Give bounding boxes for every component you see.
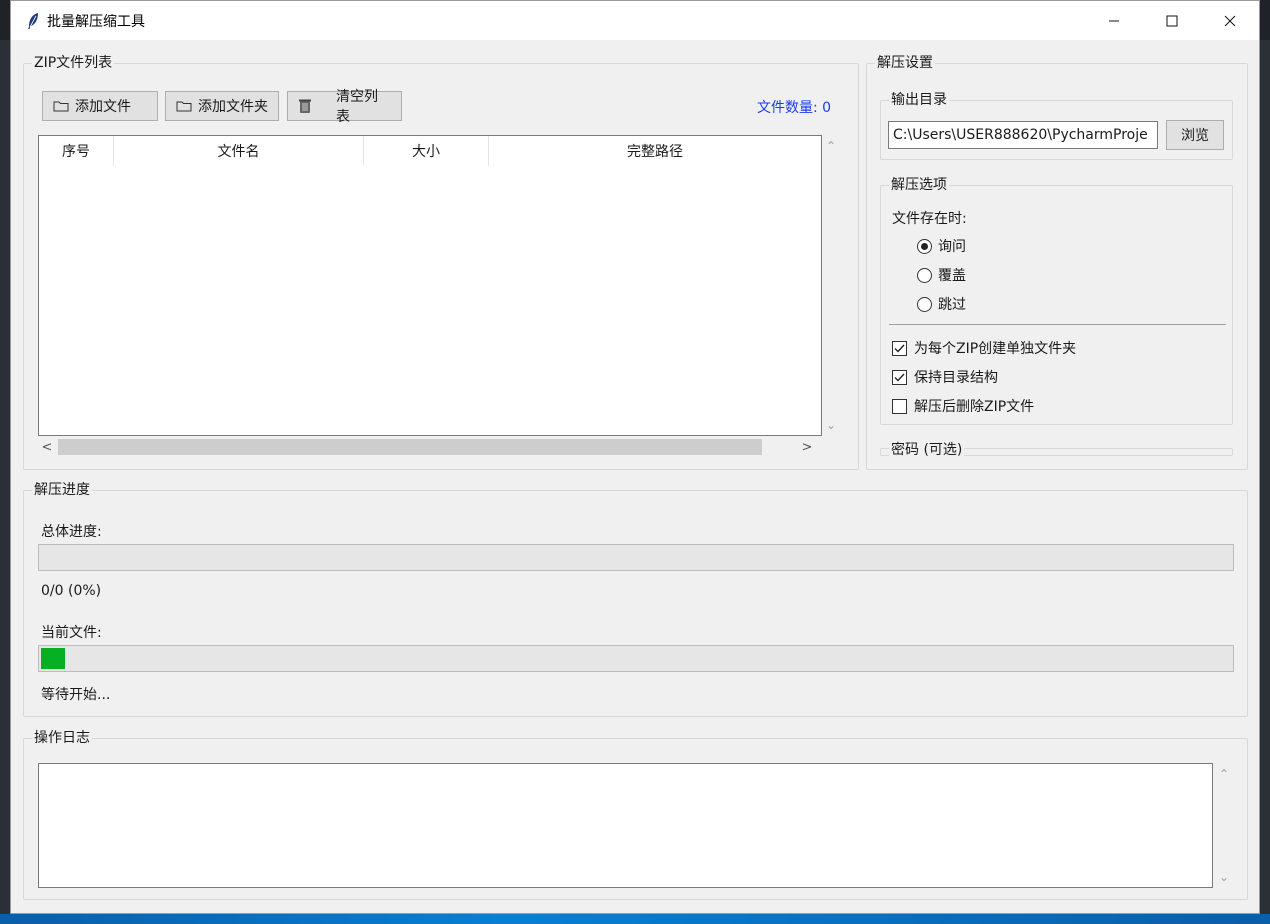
radio-ask[interactable]: 询问	[917, 236, 966, 256]
radio-overwrite[interactable]: 覆盖	[917, 265, 966, 285]
column-header[interactable]: 序号	[39, 136, 114, 166]
checkbox-label: 解压后删除ZIP文件	[914, 399, 1035, 415]
add-folder-button[interactable]: 添加文件夹	[165, 91, 279, 121]
zip-list-group: ZIP文件列表 添加文件 添加文件夹 清空列表 文件数量: 0 序号 文件名 大…	[23, 54, 859, 470]
trash-icon	[298, 98, 312, 114]
checkbox[interactable]	[892, 340, 907, 356]
progress-label: 解压进度	[32, 481, 92, 499]
zip-file-table[interactable]: 序号 文件名 大小 完整路径	[38, 135, 822, 436]
progress-group: 解压进度 总体进度: 0/0 (0%) 当前文件: 等待开始...	[23, 481, 1248, 717]
log-textbox[interactable]	[38, 763, 1213, 888]
browse-button[interactable]: 浏览	[1166, 120, 1224, 150]
settings-group: 解压设置 输出目录 C:\Users\USER888620\PycharmPro…	[866, 54, 1248, 470]
scroll-right-icon[interactable]: >	[798, 437, 816, 457]
password-group: 密码 (可选)	[880, 441, 1233, 459]
table-horizontal-scrollbar[interactable]: < >	[38, 437, 822, 457]
column-header[interactable]: 完整路径	[489, 136, 821, 166]
radio-button[interactable]	[917, 267, 932, 283]
add-folder-label: 添加文件夹	[198, 99, 268, 115]
close-button[interactable]	[1201, 1, 1259, 40]
minimize-icon	[1109, 20, 1119, 21]
file-count-label: 文件数量: 0	[757, 100, 832, 116]
app-window: 批量解压缩工具 ZIP文件列表 添加文件 添加文件夹 清空列表 文件数量: 0 …	[10, 0, 1260, 914]
options-label: 解压选项	[889, 176, 949, 194]
scroll-down-icon[interactable]: ⌄	[826, 418, 836, 432]
password-label: 密码 (可选)	[889, 441, 965, 459]
overall-progress-label: 总体进度:	[41, 524, 102, 540]
minimize-button[interactable]	[1085, 1, 1143, 40]
current-file-progress-bar	[38, 645, 1234, 672]
scroll-up-icon[interactable]: ⌃	[1219, 767, 1229, 781]
folder-icon	[53, 100, 69, 112]
status-text: 等待开始...	[41, 687, 111, 703]
settings-label: 解压设置	[875, 54, 935, 72]
folder-icon	[176, 100, 192, 112]
output-dir-label: 输出目录	[889, 91, 949, 109]
window-title: 批量解压缩工具	[47, 13, 145, 30]
title-bar: 批量解压缩工具	[11, 1, 1259, 40]
checkbox-label: 为每个ZIP创建单独文件夹	[914, 341, 1077, 357]
add-file-label: 添加文件	[75, 99, 131, 115]
close-icon	[1224, 15, 1236, 26]
clear-list-button[interactable]: 清空列表	[287, 89, 402, 125]
checkbox-delete-zip[interactable]: 解压后删除ZIP文件	[892, 396, 1034, 416]
current-file-progress-fill	[41, 648, 65, 669]
zip-list-label: ZIP文件列表	[32, 54, 115, 72]
output-dir-field[interactable]: C:\Users\USER888620\PycharmProje	[888, 121, 1158, 149]
maximize-icon	[1166, 15, 1178, 26]
radio-skip[interactable]: 跳过	[917, 294, 966, 314]
checkbox[interactable]	[892, 369, 907, 385]
log-group: 操作日志 ⌃ ⌄	[23, 729, 1248, 900]
radio-label: 覆盖	[938, 268, 966, 284]
scroll-up-icon[interactable]: ⌃	[826, 139, 836, 153]
overall-progress-bar	[38, 544, 1234, 571]
column-header[interactable]: 大小	[364, 136, 489, 166]
radio-button[interactable]	[917, 238, 932, 254]
options-group: 解压选项 文件存在时: 询问 覆盖 跳过 为每个ZIP创建单独文件夹 保持目录结…	[880, 176, 1233, 425]
scroll-down-icon[interactable]: ⌄	[1219, 870, 1229, 884]
radio-button[interactable]	[917, 296, 932, 312]
checkbox[interactable]	[892, 398, 907, 414]
scrollbar-thumb[interactable]	[58, 439, 762, 455]
radio-label: 询问	[938, 239, 966, 255]
overall-progress-text: 0/0 (0%)	[41, 583, 102, 599]
browse-label: 浏览	[1181, 128, 1209, 144]
log-vertical-scrollbar[interactable]: ⌃ ⌄	[1213, 763, 1235, 888]
scroll-left-icon[interactable]: <	[38, 437, 56, 457]
checkbox-label: 保持目录结构	[914, 370, 998, 386]
table-header: 序号 文件名 大小 完整路径	[39, 136, 821, 166]
checkbox-keep-structure[interactable]: 保持目录结构	[892, 367, 998, 387]
column-header[interactable]: 文件名	[114, 136, 364, 166]
current-file-label: 当前文件:	[41, 625, 102, 641]
log-label: 操作日志	[32, 729, 92, 747]
maximize-button[interactable]	[1143, 1, 1201, 40]
output-dir-group: 输出目录 C:\Users\USER888620\PycharmProje 浏览	[880, 91, 1233, 160]
window-controls	[1085, 1, 1259, 40]
feather-icon	[23, 11, 43, 31]
radio-label: 跳过	[938, 297, 966, 313]
table-vertical-scrollbar[interactable]: ⌃ ⌄	[822, 135, 840, 436]
add-file-button[interactable]: 添加文件	[42, 91, 158, 121]
taskbar-strip	[0, 914, 1270, 924]
checkbox-separate-folder[interactable]: 为每个ZIP创建单独文件夹	[892, 338, 1076, 358]
options-divider	[889, 324, 1226, 325]
clear-list-label: 清空列表	[336, 89, 378, 125]
conflict-label: 文件存在时:	[892, 211, 967, 227]
